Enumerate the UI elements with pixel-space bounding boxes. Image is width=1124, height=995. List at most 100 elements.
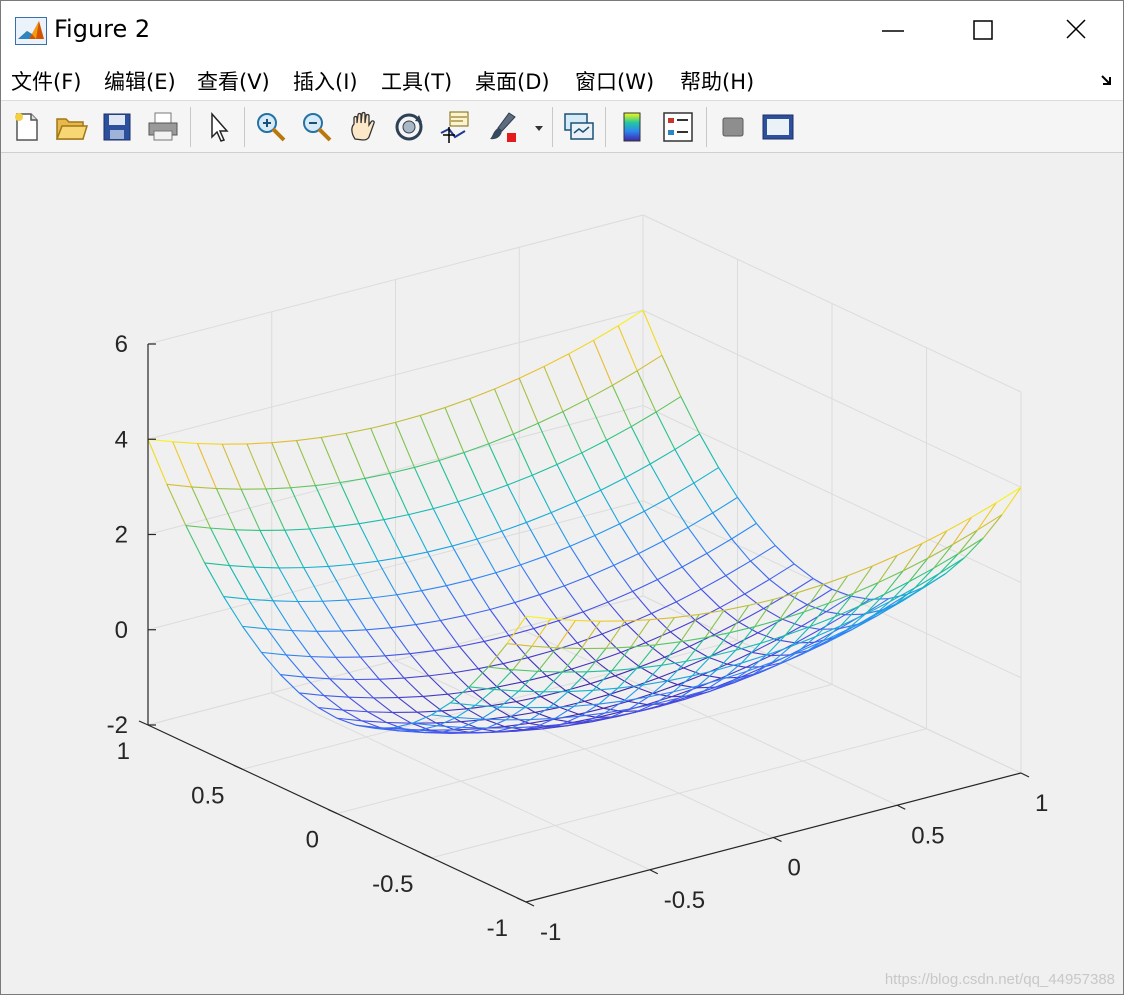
pan-icon[interactable] xyxy=(345,109,381,145)
mesh-edge xyxy=(537,411,564,424)
edit-plot-icon[interactable] xyxy=(201,109,237,145)
mesh-edge xyxy=(395,414,421,423)
mesh-edge xyxy=(408,514,428,553)
mesh-edge xyxy=(507,484,527,523)
print-figure-icon[interactable] xyxy=(145,109,181,145)
mesh-edge xyxy=(699,433,720,468)
mesh-edge xyxy=(295,440,316,486)
mesh-edge xyxy=(594,523,620,537)
maximize-button[interactable] xyxy=(939,1,1031,59)
mesh-edge xyxy=(624,619,650,622)
dock-arrow-icon[interactable] xyxy=(1099,72,1115,88)
mesh-edge xyxy=(619,523,639,554)
mesh-edge xyxy=(581,452,602,491)
mesh-edge xyxy=(662,526,689,542)
toolbar-separator xyxy=(706,107,707,147)
mesh-edge xyxy=(920,572,940,590)
mesh-edge xyxy=(396,594,417,625)
data-cursor-icon[interactable] xyxy=(437,109,473,145)
mesh-edge xyxy=(345,427,371,434)
mesh-edge xyxy=(322,599,348,602)
save-figure-icon[interactable] xyxy=(99,109,135,145)
menu-insert[interactable]: 插入(I) xyxy=(293,66,358,96)
mesh-edge xyxy=(377,560,398,596)
mesh-edge xyxy=(327,566,348,601)
mesh-edge xyxy=(354,679,374,699)
z-tick-label: 2 xyxy=(115,522,128,549)
mesh-edge xyxy=(747,654,767,672)
brush-icon[interactable] xyxy=(485,109,521,145)
y-tick xyxy=(138,720,149,726)
new-figure-icon[interactable] xyxy=(9,109,45,145)
mesh-edge xyxy=(378,678,399,699)
figure-canvas[interactable]: -1 -0.5 0 0.5 1 -1 -0.5 0 0.5 1 -2 0 2 4 6 https://blo… xyxy=(1,153,1123,994)
mesh-edge xyxy=(706,553,727,576)
zoom-out-icon[interactable] xyxy=(299,109,335,145)
mesh-edge xyxy=(562,411,583,454)
title-bar[interactable]: Figure 2 xyxy=(1,1,1123,59)
mesh-edge xyxy=(464,615,485,642)
insert-legend-icon[interactable] xyxy=(660,109,696,145)
mesh-edge xyxy=(443,731,468,734)
mesh-edge xyxy=(372,594,397,599)
mesh-edge xyxy=(655,396,682,413)
mesh-edge xyxy=(576,642,597,662)
mesh-edge xyxy=(642,310,663,356)
link-plot-icon[interactable] xyxy=(561,109,597,145)
mesh-edge xyxy=(519,366,545,379)
mesh-edge xyxy=(457,501,478,540)
mesh-edge xyxy=(681,566,702,590)
mesh-edge xyxy=(353,560,379,565)
z-tick-label: 0 xyxy=(115,617,128,644)
menu-desktop[interactable]: 桌面(D) xyxy=(475,66,550,96)
mesh-edge xyxy=(291,630,317,632)
mesh-edge xyxy=(801,611,827,627)
close-button[interactable] xyxy=(1031,1,1123,59)
mesh-edge xyxy=(266,628,287,656)
menu-file[interactable]: 文件(F) xyxy=(11,66,81,96)
mesh-edge xyxy=(242,626,262,653)
mesh-edge xyxy=(305,676,330,680)
mesh-edge xyxy=(512,645,533,671)
mesh-edge xyxy=(908,567,934,583)
mesh-edge xyxy=(812,578,833,590)
mesh-edge xyxy=(520,564,540,595)
brush-dropdown-icon[interactable] xyxy=(532,123,546,133)
mesh-edge xyxy=(390,627,411,654)
mesh-edge xyxy=(499,690,520,708)
open-file-icon[interactable] xyxy=(53,109,89,145)
mesh-edge xyxy=(422,693,448,697)
rotate-3d-icon[interactable] xyxy=(391,109,427,145)
mesh-edge xyxy=(537,670,563,673)
minimize-button[interactable] xyxy=(847,1,939,59)
menu-help[interactable]: 帮助(H) xyxy=(680,66,754,96)
hide-plot-tools-icon[interactable] xyxy=(715,109,751,145)
show-plot-tools-icon[interactable] xyxy=(760,109,796,145)
mesh-edge xyxy=(223,596,249,600)
mesh-edge xyxy=(803,584,824,613)
zoom-in-icon[interactable] xyxy=(253,109,289,145)
mesh-edge xyxy=(450,686,470,704)
window-title: Figure 2 xyxy=(54,15,151,43)
menu-edit[interactable]: 编辑(E) xyxy=(104,66,176,96)
y-tick xyxy=(233,764,243,770)
mesh-edge xyxy=(569,535,596,547)
minimize-icon xyxy=(882,30,904,32)
surface-plot-axes[interactable]: -1-0.500.51-1-0.500.51-20246 xyxy=(1,153,1123,994)
mesh-edge xyxy=(700,588,721,608)
mesh-edge xyxy=(392,711,412,724)
mesh-edge xyxy=(409,653,430,677)
toolbar-separator xyxy=(244,107,245,147)
mesh-edge xyxy=(681,552,708,568)
menu-window[interactable]: 窗口(W) xyxy=(575,66,654,96)
mesh-edge xyxy=(459,640,485,648)
insert-colorbar-icon[interactable] xyxy=(614,109,650,145)
menu-tools[interactable]: 工具(T) xyxy=(381,66,452,96)
mesh-edge xyxy=(606,426,632,441)
mesh-edge xyxy=(438,460,459,502)
toolbar-separator xyxy=(190,107,191,147)
menu-view[interactable]: 查看(V) xyxy=(197,66,270,96)
mesh-edge xyxy=(594,535,615,566)
mesh-edge xyxy=(413,467,434,509)
mesh-edge xyxy=(531,645,557,649)
